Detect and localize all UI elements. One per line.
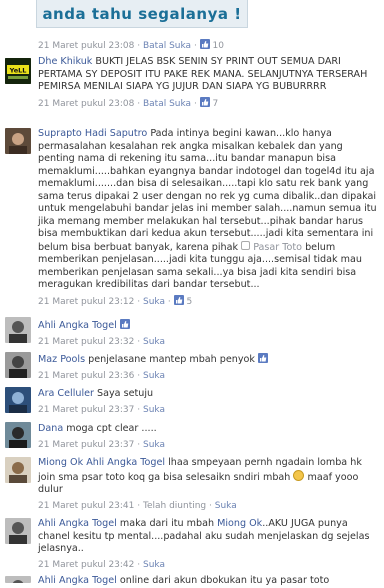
comment-body: Ara Celluler Saya setuju 21 Maret pukul … [38,388,380,416]
comment-meta: 21 Maret pukul 23:37 · Suka [38,439,165,450]
avatar[interactable] [5,518,31,544]
avatar[interactable] [5,422,31,448]
avatar[interactable] [5,352,31,378]
thumbs-up-icon [258,353,269,363]
banner-image: anda tahu segalanya ! [36,0,248,28]
comment-meta: 21 Maret pukul 23:32 · Suka [38,336,165,347]
comment-meta: 21 Maret pukul 23:12 · Suka · 5 [38,294,193,307]
comment-author[interactable]: Suprapto Hadi Saputro [38,128,147,139]
avatar[interactable] [5,576,31,583]
comment-text: Saya setuju [97,388,154,399]
comment-body: Miong Ok Ahli Angka Togel lhaa smpeyaan … [38,457,380,512]
comment-author[interactable]: Ahli Angka Togel [38,575,117,586]
comment-body: Maz Pools penjelasane mantep mbah penyok… [38,353,380,382]
post-meta: 21 Maret pukul 23:08 · Batal Suka · 10 [38,39,224,51]
page-mention[interactable]: Pasar Toto [241,240,302,253]
mention-link[interactable]: Miong Ok [217,518,262,529]
comment-author[interactable]: Maz Pools [38,354,85,365]
avatar[interactable] [5,457,31,483]
comment-meta: 21 Maret pukul 23:37 · Suka [38,404,165,415]
like-count[interactable]: 10 [213,41,224,51]
page-icon [241,240,251,250]
avatar[interactable]: YeLL [5,58,31,84]
avatar[interactable] [5,387,31,413]
comment-author[interactable]: Ahli Angka Togel [38,320,117,331]
comment-author[interactable]: Dana [38,423,63,434]
comment-meta: 21 Maret pukul 23:08 · Batal Suka · 7 [38,96,219,109]
comment-body: Dana moga cpt clear ..... 21 Maret pukul… [38,423,380,451]
avatar[interactable] [5,317,31,343]
comment-meta: 21 Maret pukul 23:42 · Suka [38,559,165,570]
comment-text: penjelasane mantep mbah penyok [88,354,255,365]
comment-text: online dari akun dbokukan itu ya pasar t… [119,575,330,586]
comment-author[interactable]: Dhe Khikuk [38,56,92,67]
comment-meta: 21 Maret pukul 23:41 · Telah diunting · … [38,500,237,511]
timestamp[interactable]: 21 Maret pukul 23:08 [38,41,134,51]
comment-meta: 21 Maret pukul 23:36 · Suka [38,370,165,381]
smiley-icon [293,469,305,481]
comment-body: Ahli Angka Togel maka dari itu mbah Mion… [38,518,380,571]
thumbs-up-icon [119,319,130,329]
comment-body: Dhe Khikuk BUKTI JELAS BSK SENIN SY PRIN… [38,56,380,110]
banner-text: anda tahu segalanya ! [42,4,242,23]
comment-author[interactable]: Ahli Angka Togel [38,518,117,529]
svg-text:YeLL: YeLL [9,67,27,75]
comment-body: Suprapto Hadi Saputro Pada intinya begin… [38,128,380,308]
comment-body: Ahli Angka Togel 21 Maret pukul 23:32 · … [38,319,380,348]
thumbs-up-icon [199,39,210,49]
thumbs-up-icon [173,294,184,305]
thumbs-up-icon [199,96,210,107]
comment-author[interactable]: Ara Celluler [38,388,94,399]
comment-body: Ahli Angka Togel online dari akun dbokuk… [38,575,380,588]
comment-text: Pada intinya begini kawan...klo hanya pe… [38,128,377,253]
comment-author[interactable]: Miong Ok Ahli Angka Togel [38,457,165,468]
unlike-link[interactable]: Batal Suka [143,41,191,51]
comment-text: moga cpt clear ..... [66,423,157,434]
comment-text: maka dari itu mbah [119,518,215,529]
avatar[interactable] [5,128,31,154]
